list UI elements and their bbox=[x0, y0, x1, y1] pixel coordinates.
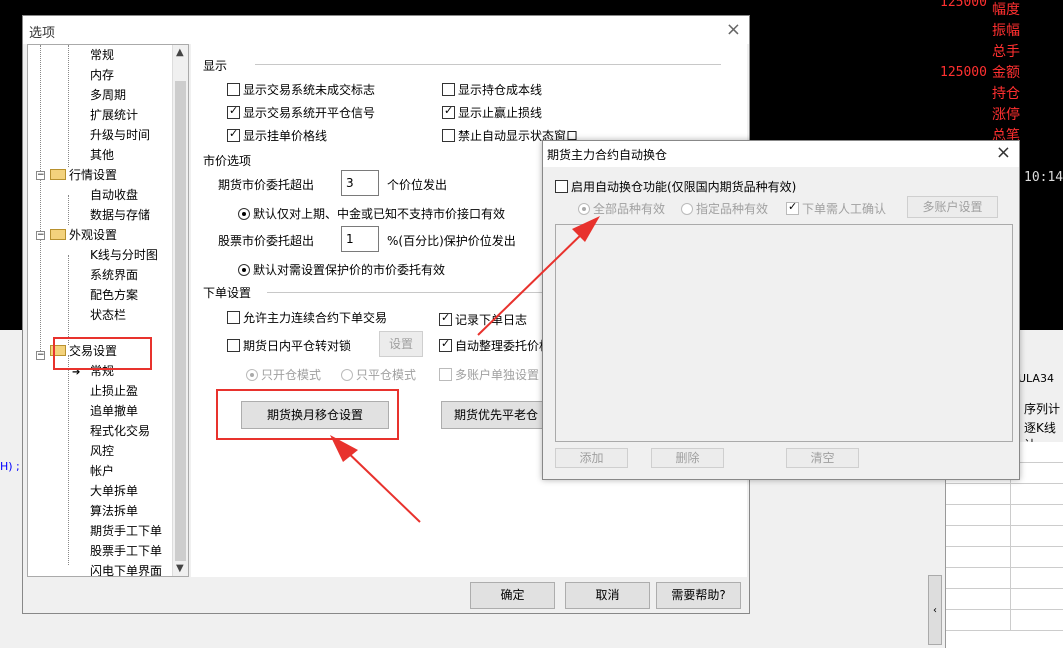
tree-item[interactable]: 程式化交易 bbox=[90, 421, 150, 441]
sub-dialog-title: 期货主力合约自动换仓 bbox=[547, 148, 668, 162]
scroll-thumb[interactable] bbox=[175, 81, 186, 561]
tree-item[interactable]: 升级与时间 bbox=[90, 125, 150, 145]
divider bbox=[267, 292, 543, 293]
quote-labels: 幅度 振幅 总手 金额 持仓 涨停 总笔 bbox=[992, 0, 1024, 147]
tree-item[interactable]: 算法拆单 bbox=[90, 501, 138, 521]
close-icon[interactable]: × bbox=[996, 142, 1011, 163]
tree-item[interactable]: 风控 bbox=[90, 441, 114, 461]
multi-account-checkbox[interactable]: 多账户单独设置 bbox=[439, 366, 539, 383]
quote-label: 涨停 bbox=[992, 107, 1020, 123]
show-cost-line-checkbox[interactable]: 显示持仓成本线 bbox=[442, 81, 542, 98]
tree-item[interactable]: 大单拆单 bbox=[90, 481, 138, 501]
show-open-close-checkbox[interactable]: 显示交易系统开平仓信号 bbox=[227, 104, 375, 121]
quote-label: 振幅 bbox=[992, 23, 1020, 39]
tree-item[interactable]: 配色方案 bbox=[90, 285, 138, 305]
quote-label: 金额 bbox=[992, 65, 1020, 81]
close-only-radio[interactable]: 只平仓模式 bbox=[341, 366, 416, 383]
futures-unit-label: 个价位发出 bbox=[387, 178, 448, 192]
formula-label: ULA34 bbox=[1018, 372, 1054, 385]
tree-item[interactable]: 追单撤单 bbox=[90, 401, 138, 421]
allow-main-contract-checkbox[interactable]: 允许主力连续合约下单交易 bbox=[227, 309, 387, 326]
priority-close-button[interactable]: 期货优先平老仓 bbox=[441, 401, 551, 429]
tree-item[interactable]: 状态栏 bbox=[90, 305, 126, 325]
highlight-box bbox=[53, 337, 152, 370]
quote-label: 总手 bbox=[992, 44, 1020, 60]
tree-item[interactable]: 帐户 bbox=[90, 461, 114, 481]
scroll-up-icon[interactable]: ▲ bbox=[176, 47, 184, 58]
tree-item[interactable]: 自动收盘 bbox=[90, 185, 138, 205]
quote-label: 幅度 bbox=[992, 2, 1020, 18]
intraday-lock-checkbox[interactable]: 期货日内平仓转对锁 bbox=[227, 337, 351, 354]
tree-item[interactable]: 多周期 bbox=[90, 85, 126, 105]
code-snippet: H) ; bbox=[0, 460, 20, 473]
time-label: 10:14 bbox=[1024, 170, 1063, 185]
cancel-button[interactable]: 取消 bbox=[565, 582, 650, 609]
folder-icon bbox=[50, 169, 66, 180]
dialog-footer: 确定 取消 需要帮助? bbox=[23, 577, 749, 613]
collapse-expander-icon[interactable]: − bbox=[36, 351, 45, 360]
close-icon[interactable]: × bbox=[726, 19, 741, 40]
tree-item[interactable]: 系统界面 bbox=[90, 265, 138, 285]
tree-item[interactable]: 扩展统计 bbox=[90, 105, 138, 125]
tree-item[interactable]: 常规 bbox=[90, 45, 114, 65]
show-unfilled-checkbox[interactable]: 显示交易系统未成交标志 bbox=[227, 81, 375, 98]
futures-default-radio[interactable]: 默认仅对上期、中金或已知不支持市价接口有效 bbox=[238, 205, 505, 222]
price-level: 125000 bbox=[940, 0, 987, 10]
divider bbox=[255, 64, 721, 65]
section-display-title: 显示 bbox=[203, 59, 228, 73]
section-order-title: 下单设置 bbox=[203, 286, 252, 300]
scroll-down-icon[interactable]: ▼ bbox=[176, 563, 184, 574]
section-market-title: 市价选项 bbox=[203, 154, 252, 168]
sub-dialog-titlebar: 期货主力合约自动换仓 × bbox=[543, 141, 1019, 167]
futures-ticks-input[interactable]: 3 bbox=[341, 170, 379, 196]
tree-item[interactable]: 内存 bbox=[90, 65, 114, 85]
quote-label: 持仓 bbox=[992, 86, 1020, 102]
tree-item[interactable]: 闪电下单界面 bbox=[90, 561, 162, 576]
show-stop-line-checkbox[interactable]: 显示止赢止损线 bbox=[442, 104, 542, 121]
tree-group-appearance[interactable]: 外观设置 bbox=[50, 225, 117, 245]
stock-default-radio[interactable]: 默认对需设置保护价的市价委托有效 bbox=[238, 261, 445, 278]
folder-icon bbox=[50, 229, 66, 240]
tree-item[interactable]: 数据与存储 bbox=[90, 205, 150, 225]
collapse-icon[interactable]: ‹ bbox=[928, 575, 942, 645]
stock-unit-label: %(百分比)保护价位发出 bbox=[387, 234, 516, 248]
record-log-checkbox[interactable]: 记录下单日志 bbox=[439, 311, 527, 328]
ok-button[interactable]: 确定 bbox=[470, 582, 555, 609]
specified-varieties-radio[interactable]: 指定品种有效 bbox=[681, 200, 768, 217]
tree-item[interactable]: K线与分时图 bbox=[90, 245, 158, 265]
collapse-expander-icon[interactable]: − bbox=[36, 231, 45, 240]
tree-scrollbar[interactable]: ▲ ▼ bbox=[172, 45, 188, 576]
delete-button[interactable]: 删除 bbox=[651, 448, 724, 468]
multi-account-settings-button[interactable]: 多账户设置 bbox=[907, 196, 998, 218]
dialog-title: 选项 bbox=[29, 26, 56, 41]
highlight-box bbox=[216, 389, 399, 440]
all-varieties-radio[interactable]: 全部品种有效 bbox=[578, 200, 665, 217]
side-label: 序列计 bbox=[1024, 402, 1061, 416]
auto-arrange-checkbox[interactable]: 自动整理委托价格 bbox=[439, 337, 551, 354]
stock-percent-input[interactable]: 1 bbox=[341, 226, 379, 252]
dialog-titlebar: 选项 × bbox=[23, 16, 749, 44]
price-level: 125000 bbox=[940, 65, 987, 80]
clear-button[interactable]: 清空 bbox=[786, 448, 859, 468]
show-order-price-checkbox[interactable]: 显示挂单价格线 bbox=[227, 127, 327, 144]
lock-settings-button[interactable]: 设置 bbox=[379, 331, 423, 357]
tree-group-market[interactable]: 行情设置 bbox=[50, 165, 117, 185]
help-button[interactable]: 需要帮助? bbox=[656, 582, 741, 609]
auto-rollover-dialog: 期货主力合约自动换仓 × 启用自动换仓功能(仅限国内期货品种有效) 全部品种有效… bbox=[542, 140, 1020, 480]
tree-item[interactable]: 其他 bbox=[90, 145, 114, 165]
settings-tree: 常规 内存 多周期 扩展统计 升级与时间 其他 − 行情设置 自动收盘 数据与存… bbox=[27, 44, 189, 577]
stock-market-label: 股票市价委托超出 bbox=[218, 234, 315, 248]
tree-item[interactable]: 止损止盈 bbox=[90, 381, 138, 401]
enable-rollover-checkbox[interactable]: 启用自动换仓功能(仅限国内期货品种有效) bbox=[555, 178, 796, 195]
tree-item[interactable]: 股票手工下单 bbox=[90, 541, 162, 561]
collapse-expander-icon[interactable]: − bbox=[36, 171, 45, 180]
futures-market-label: 期货市价委托超出 bbox=[218, 178, 315, 192]
manual-confirm-checkbox[interactable]: 下单需人工确认 bbox=[786, 200, 886, 217]
varieties-list[interactable] bbox=[555, 224, 1013, 442]
tree-item[interactable]: 期货手工下单 bbox=[90, 521, 162, 541]
add-button[interactable]: 添加 bbox=[555, 448, 628, 468]
open-only-radio[interactable]: 只开仓模式 bbox=[246, 366, 321, 383]
